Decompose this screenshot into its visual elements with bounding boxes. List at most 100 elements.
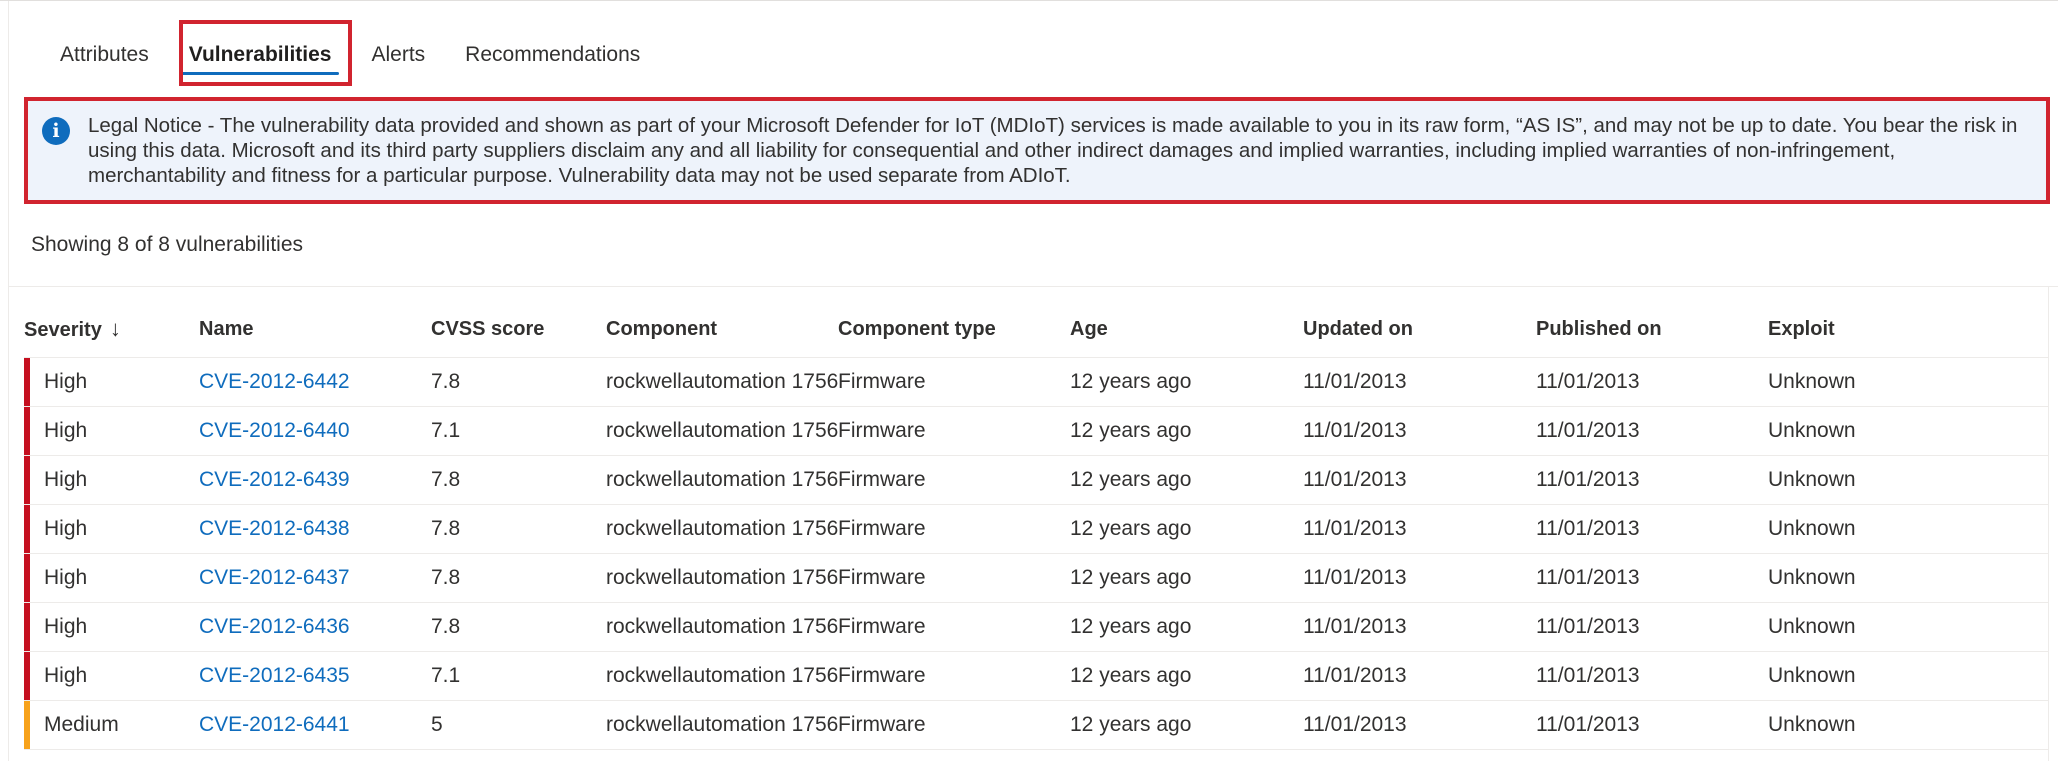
- component-cell: rockwellautomation 1756: [606, 664, 838, 687]
- published-cell: 11/01/2013: [1536, 664, 1640, 687]
- column-header-cvss[interactable]: CVSS score: [431, 318, 606, 341]
- component-type-cell: Firmware: [838, 468, 926, 491]
- cve-link[interactable]: CVE-2012-6435: [199, 664, 350, 687]
- vulnerabilities-table: Severity ↓ Name CVSS score Component Comp…: [24, 301, 2048, 750]
- updated-cell: 11/01/2013: [1303, 713, 1407, 736]
- component-type-cell: Firmware: [838, 370, 926, 393]
- component-cell: rockwellautomation 1756: [606, 419, 838, 442]
- updated-cell: 11/01/2013: [1303, 615, 1407, 638]
- tab-label: Attributes: [60, 43, 149, 66]
- column-header-component-type[interactable]: Component type: [838, 318, 1070, 341]
- table-row[interactable]: High CVE-2012-6436 7.8 rockwellautomatio…: [24, 603, 2048, 652]
- table-row[interactable]: High CVE-2012-6437 7.8 rockwellautomatio…: [24, 554, 2048, 603]
- published-cell: 11/01/2013: [1536, 713, 1640, 736]
- column-header-age[interactable]: Age: [1070, 318, 1303, 341]
- cve-link[interactable]: CVE-2012-6439: [199, 468, 350, 491]
- severity-cell: High: [44, 566, 88, 589]
- severity-cell: High: [44, 517, 88, 540]
- age-cell: 12 years ago: [1070, 713, 1192, 736]
- component-type-cell: Firmware: [838, 517, 926, 540]
- updated-cell: 11/01/2013: [1303, 517, 1407, 540]
- severity-cell: High: [44, 419, 88, 442]
- cvss-cell: 7.8: [431, 566, 461, 589]
- published-cell: 11/01/2013: [1536, 615, 1640, 638]
- severity-indicator: [24, 701, 30, 749]
- severity-indicator: [24, 407, 30, 455]
- severity-indicator: [24, 554, 30, 602]
- cve-link[interactable]: CVE-2012-6437: [199, 566, 350, 589]
- published-cell: 11/01/2013: [1536, 468, 1640, 491]
- severity-cell: High: [44, 468, 88, 491]
- component-type-cell: Firmware: [838, 664, 926, 687]
- cvss-cell: 7.8: [431, 517, 461, 540]
- column-header-severity[interactable]: Severity ↓: [24, 316, 199, 342]
- age-cell: 12 years ago: [1070, 370, 1192, 393]
- vulnerability-count: Showing 8 of 8 vulnerabilities: [31, 233, 303, 256]
- cvss-cell: 7.8: [431, 615, 461, 638]
- column-header-exploit[interactable]: Exploit: [1768, 318, 1968, 341]
- published-cell: 11/01/2013: [1536, 566, 1640, 589]
- tab-label: Recommendations: [465, 43, 641, 66]
- component-cell: rockwellautomation 1756: [606, 517, 838, 540]
- tab-label: Alerts: [371, 43, 426, 66]
- exploit-cell: Unknown: [1768, 713, 1856, 736]
- component-cell: rockwellautomation 1756: [606, 566, 838, 589]
- table-right-border: [2048, 286, 2049, 761]
- published-cell: 11/01/2013: [1536, 419, 1640, 442]
- tab-attributes[interactable]: Attributes: [40, 23, 169, 87]
- table-row[interactable]: High CVE-2012-6435 7.1 rockwellautomatio…: [24, 652, 2048, 701]
- cve-link[interactable]: CVE-2012-6442: [199, 370, 350, 393]
- column-header-name[interactable]: Name: [199, 318, 431, 341]
- severity-indicator: [24, 603, 30, 651]
- severity-indicator: [24, 505, 30, 553]
- tab-alerts[interactable]: Alerts: [351, 23, 445, 87]
- component-cell: rockwellautomation 1756: [606, 370, 838, 393]
- device-details-panel: Attributes Vulnerabilities Alerts Recomm…: [0, 0, 2058, 761]
- column-header-published-on[interactable]: Published on: [1536, 318, 1768, 341]
- updated-cell: 11/01/2013: [1303, 664, 1407, 687]
- severity-cell: High: [44, 664, 88, 687]
- header-label: Severity: [24, 319, 102, 341]
- table-row[interactable]: High CVE-2012-6438 7.8 rockwellautomatio…: [24, 505, 2048, 554]
- severity-cell: Medium: [44, 713, 119, 736]
- table-row[interactable]: High CVE-2012-6440 7.1 rockwellautomatio…: [24, 407, 2048, 456]
- table-header: Severity ↓ Name CVSS score Component Comp…: [24, 301, 2048, 358]
- sort-descending-icon[interactable]: ↓: [110, 316, 121, 341]
- cve-link[interactable]: CVE-2012-6436: [199, 615, 350, 638]
- component-cell: rockwellautomation 1756: [606, 615, 838, 638]
- table-row[interactable]: High CVE-2012-6442 7.8 rockwellautomatio…: [24, 358, 2048, 407]
- info-icon: i: [42, 117, 70, 145]
- cvss-cell: 7.1: [431, 419, 461, 442]
- age-cell: 12 years ago: [1070, 615, 1192, 638]
- table-row[interactable]: Medium CVE-2012-6441 5 rockwellautomatio…: [24, 701, 2048, 750]
- severity-cell: High: [44, 370, 88, 393]
- age-cell: 12 years ago: [1070, 517, 1192, 540]
- cve-link[interactable]: CVE-2012-6438: [199, 517, 350, 540]
- legal-notice-banner: i Legal Notice - The vulnerability data …: [24, 97, 2050, 204]
- cve-link[interactable]: CVE-2012-6440: [199, 419, 350, 442]
- age-cell: 12 years ago: [1070, 468, 1192, 491]
- exploit-cell: Unknown: [1768, 370, 1856, 393]
- age-cell: 12 years ago: [1070, 566, 1192, 589]
- component-type-cell: Firmware: [838, 419, 926, 442]
- severity-indicator: [24, 652, 30, 700]
- updated-cell: 11/01/2013: [1303, 419, 1407, 442]
- column-header-updated-on[interactable]: Updated on: [1303, 318, 1536, 341]
- component-type-cell: Firmware: [838, 713, 926, 736]
- table-row[interactable]: High CVE-2012-6439 7.8 rockwellautomatio…: [24, 456, 2048, 505]
- severity-indicator: [24, 358, 30, 406]
- exploit-cell: Unknown: [1768, 517, 1856, 540]
- updated-cell: 11/01/2013: [1303, 370, 1407, 393]
- cvss-cell: 7.1: [431, 664, 461, 687]
- severity-cell: High: [44, 615, 88, 638]
- cve-link[interactable]: CVE-2012-6441: [199, 713, 350, 736]
- published-cell: 11/01/2013: [1536, 370, 1640, 393]
- exploit-cell: Unknown: [1768, 566, 1856, 589]
- divider: [8, 286, 2058, 287]
- column-header-component[interactable]: Component: [606, 318, 838, 341]
- exploit-cell: Unknown: [1768, 664, 1856, 687]
- tab-recommendations[interactable]: Recommendations: [445, 23, 660, 87]
- exploit-cell: Unknown: [1768, 419, 1856, 442]
- age-cell: 12 years ago: [1070, 419, 1192, 442]
- cvss-cell: 7.8: [431, 468, 461, 491]
